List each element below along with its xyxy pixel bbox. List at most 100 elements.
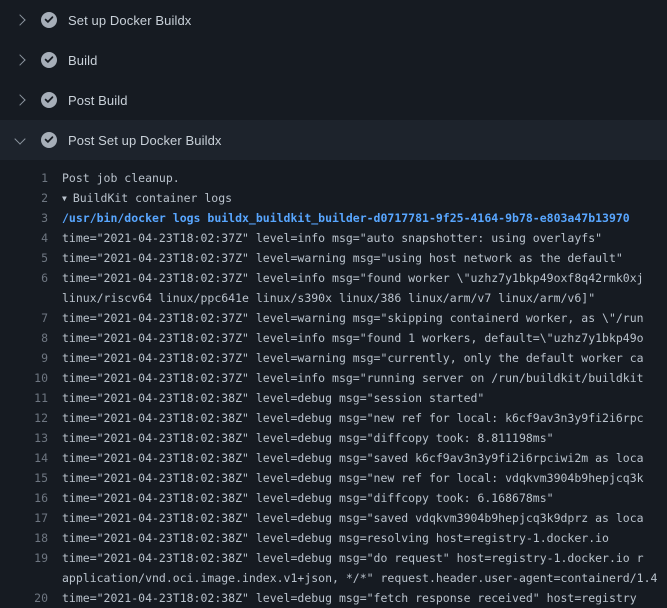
line-text-content: time="2021-04-23T18:02:38Z" level=debug … <box>62 411 644 425</box>
log-line: 18 time="2021-04-23T18:02:38Z" level=deb… <box>0 528 667 548</box>
line-number[interactable]: 17 <box>0 508 62 528</box>
line-number[interactable]: 5 <box>0 248 62 268</box>
log-line: 11 time="2021-04-23T18:02:38Z" level=deb… <box>0 388 667 408</box>
line-text: linux/riscv64 linux/ppc641e linux/s390x … <box>62 288 667 308</box>
section-label: Post Build <box>68 93 128 108</box>
section-label: Set up Docker Buildx <box>68 13 191 28</box>
chevron-icon <box>14 133 25 144</box>
section-header-post-set-up-docker-buildx[interactable]: Post Set up Docker Buildx <box>0 120 667 160</box>
section-header-set-up-docker-buildx[interactable]: Set up Docker Buildx <box>0 0 667 40</box>
line-text-content: time="2021-04-23T18:02:37Z" level=info m… <box>62 331 644 345</box>
chevron-icon <box>14 14 25 25</box>
log-line: application/vnd.oci.image.index.v1+json,… <box>0 568 667 588</box>
line-text: Post job cleanup. <box>62 168 667 188</box>
line-text-content: time="2021-04-23T18:02:38Z" level=debug … <box>62 391 484 405</box>
log-line: 20 time="2021-04-23T18:02:38Z" level=deb… <box>0 588 667 608</box>
line-text: time="2021-04-23T18:02:37Z" level=warnin… <box>62 348 667 368</box>
line-text: time="2021-04-23T18:02:37Z" level=warnin… <box>62 308 667 328</box>
line-text-content: time="2021-04-23T18:02:38Z" level=debug … <box>62 591 637 605</box>
line-number[interactable]: 2 <box>0 188 62 208</box>
line-text: ▼ BuildKit container logs <box>62 188 667 208</box>
workflow-log-viewer: Set up Docker Buildx Build Post Build <box>0 0 667 600</box>
log-line: 8 time="2021-04-23T18:02:37Z" level=info… <box>0 328 667 348</box>
line-text-content: time="2021-04-23T18:02:38Z" level=debug … <box>62 431 554 445</box>
line-text-content: Post job cleanup. <box>62 171 180 185</box>
line-text: time="2021-04-23T18:02:38Z" level=debug … <box>62 488 667 508</box>
line-text-content: time="2021-04-23T18:02:37Z" level=warnin… <box>62 251 623 265</box>
line-number[interactable]: 7 <box>0 308 62 328</box>
line-number[interactable]: 10 <box>0 368 62 388</box>
line-text-content: time="2021-04-23T18:02:38Z" level=debug … <box>62 491 554 505</box>
line-text: time="2021-04-23T18:02:38Z" level=debug … <box>62 428 667 448</box>
line-text: time="2021-04-23T18:02:37Z" level=info m… <box>62 268 667 288</box>
line-text-content: time="2021-04-23T18:02:38Z" level=debug … <box>62 551 644 565</box>
log-line: 4 time="2021-04-23T18:02:37Z" level=info… <box>0 228 667 248</box>
section-header-build[interactable]: Build <box>0 40 667 80</box>
line-text: /usr/bin/docker logs buildx_buildkit_bui… <box>62 208 667 228</box>
chevron-icon <box>14 94 25 105</box>
line-number[interactable]: 19 <box>0 548 62 568</box>
log-line: 10 time="2021-04-23T18:02:37Z" level=inf… <box>0 368 667 388</box>
line-text: time="2021-04-23T18:02:38Z" level=debug … <box>62 528 667 548</box>
log-line: 19 time="2021-04-23T18:02:38Z" level=deb… <box>0 548 667 568</box>
line-text-content: /usr/bin/docker logs buildx_buildkit_bui… <box>62 211 630 225</box>
line-number[interactable]: 16 <box>0 488 62 508</box>
line-text-content: time="2021-04-23T18:02:38Z" level=debug … <box>62 451 644 465</box>
line-text-content: time="2021-04-23T18:02:38Z" level=debug … <box>62 511 644 525</box>
line-number[interactable]: 18 <box>0 528 62 548</box>
line-text: time="2021-04-23T18:02:37Z" level=info m… <box>62 368 667 388</box>
line-number[interactable]: 6 <box>0 268 62 288</box>
line-number[interactable]: 3 <box>0 208 62 228</box>
line-number[interactable]: 12 <box>0 408 62 428</box>
step-success-icon <box>41 12 57 28</box>
log-line: 14 time="2021-04-23T18:02:38Z" level=deb… <box>0 448 667 468</box>
section-label: Post Set up Docker Buildx <box>68 133 222 148</box>
log-line: 9 time="2021-04-23T18:02:37Z" level=warn… <box>0 348 667 368</box>
line-text-content: time="2021-04-23T18:02:37Z" level=info m… <box>62 231 602 245</box>
log-line[interactable]: 2 ▼ BuildKit container logs <box>0 188 667 208</box>
log-line: 7 time="2021-04-23T18:02:37Z" level=warn… <box>0 308 667 328</box>
chevron-icon <box>14 54 25 65</box>
line-number[interactable]: 15 <box>0 468 62 488</box>
line-text-content: time="2021-04-23T18:02:37Z" level=info m… <box>62 271 644 285</box>
log-body: 1 Post job cleanup. 2 ▼ BuildKit containe… <box>0 160 667 608</box>
line-text-content: application/vnd.oci.image.index.v1+json,… <box>62 571 657 585</box>
line-number[interactable]: 4 <box>0 228 62 248</box>
line-text-content: time="2021-04-23T18:02:37Z" level=warnin… <box>62 351 644 365</box>
line-text-content: time="2021-04-23T18:02:38Z" level=debug … <box>62 471 644 485</box>
line-text: time="2021-04-23T18:02:38Z" level=debug … <box>62 588 667 608</box>
line-text: time="2021-04-23T18:02:38Z" level=debug … <box>62 408 667 428</box>
line-number[interactable]: 14 <box>0 448 62 468</box>
line-number[interactable]: 1 <box>0 168 62 188</box>
log-line: 17 time="2021-04-23T18:02:38Z" level=deb… <box>0 508 667 528</box>
log-line: 5 time="2021-04-23T18:02:37Z" level=warn… <box>0 248 667 268</box>
step-success-icon <box>41 52 57 68</box>
step-success-icon <box>41 92 57 108</box>
line-number[interactable] <box>0 568 62 588</box>
line-text: time="2021-04-23T18:02:38Z" level=debug … <box>62 508 667 528</box>
section-header-post-build[interactable]: Post Build <box>0 80 667 120</box>
line-number[interactable]: 8 <box>0 328 62 348</box>
line-text: time="2021-04-23T18:02:38Z" level=debug … <box>62 388 667 408</box>
line-text-content: BuildKit container logs <box>73 191 232 205</box>
line-number[interactable]: 9 <box>0 348 62 368</box>
log-line: 15 time="2021-04-23T18:02:38Z" level=deb… <box>0 468 667 488</box>
log-line: 12 time="2021-04-23T18:02:38Z" level=deb… <box>0 408 667 428</box>
line-number[interactable]: 11 <box>0 388 62 408</box>
line-text-content: time="2021-04-23T18:02:37Z" level=warnin… <box>62 311 644 325</box>
line-text: application/vnd.oci.image.index.v1+json,… <box>62 568 667 588</box>
line-text-content: time="2021-04-23T18:02:38Z" level=debug … <box>62 531 609 545</box>
line-text: time="2021-04-23T18:02:38Z" level=debug … <box>62 468 667 488</box>
line-number[interactable] <box>0 288 62 308</box>
line-text: time="2021-04-23T18:02:37Z" level=info m… <box>62 328 667 348</box>
group-toggle-icon[interactable]: ▼ <box>62 194 67 203</box>
line-number[interactable]: 13 <box>0 428 62 448</box>
step-success-icon <box>41 132 57 148</box>
line-number[interactable]: 20 <box>0 588 62 608</box>
log-line: 16 time="2021-04-23T18:02:38Z" level=deb… <box>0 488 667 508</box>
line-text: time="2021-04-23T18:02:38Z" level=debug … <box>62 548 667 568</box>
line-text: time="2021-04-23T18:02:38Z" level=debug … <box>62 448 667 468</box>
line-text: time="2021-04-23T18:02:37Z" level=warnin… <box>62 248 667 268</box>
log-line: 3 /usr/bin/docker logs buildx_buildkit_b… <box>0 208 667 228</box>
log-line: 13 time="2021-04-23T18:02:38Z" level=deb… <box>0 428 667 448</box>
